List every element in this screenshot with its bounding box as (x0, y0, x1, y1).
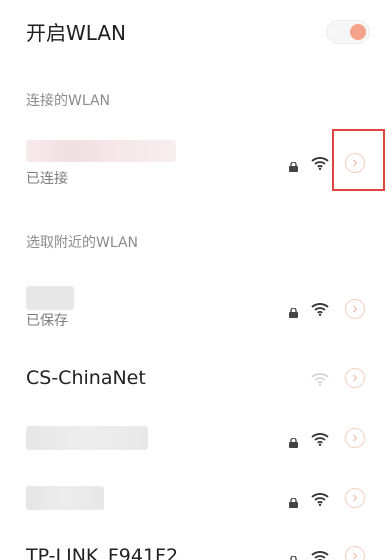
network-name-redacted (26, 426, 148, 450)
network-status: 已保存 (26, 313, 68, 329)
chevron-right-icon (353, 494, 358, 502)
wifi-icon (311, 431, 329, 450)
wifi-icon (311, 549, 329, 560)
chevron-right-icon (353, 305, 358, 313)
network-details-button[interactable] (345, 299, 365, 319)
chevron-right-icon (353, 434, 358, 442)
network-name-redacted (26, 140, 176, 162)
chevron-right-icon (353, 374, 358, 382)
lock-icon (289, 157, 298, 176)
lock-icon (289, 493, 298, 512)
lock-icon (289, 551, 298, 560)
network-row[interactable] (0, 478, 392, 518)
network-details-button[interactable] (345, 368, 365, 388)
network-row[interactable]: CS-ChinaNet (0, 356, 392, 402)
network-details-button[interactable] (345, 546, 365, 560)
lock-icon (289, 303, 298, 322)
wlan-toggle-label: 开启WLAN (26, 21, 127, 45)
network-name: CS-ChinaNet (26, 367, 146, 389)
network-details-button[interactable] (345, 428, 365, 448)
wifi-icon (311, 155, 329, 174)
network-name-redacted (26, 286, 74, 310)
network-row[interactable]: 已保存 (0, 276, 392, 336)
wifi-weak-icon (311, 371, 329, 390)
network-name-redacted (26, 486, 104, 510)
wifi-icon (311, 491, 329, 510)
network-row[interactable] (0, 418, 392, 458)
lock-icon (289, 433, 298, 452)
wlan-toggle-switch[interactable] (326, 20, 370, 44)
network-row[interactable]: TP-LINK_F941F2 (0, 534, 392, 560)
connection-status: 已连接 (26, 171, 68, 187)
wifi-icon (311, 301, 329, 320)
toggle-knob (350, 24, 366, 40)
chevron-right-icon (353, 552, 358, 560)
network-name: TP-LINK_F941F2 (26, 545, 179, 560)
network-details-button[interactable] (345, 488, 365, 508)
connected-wlan-header: 连接的WLAN (26, 93, 111, 109)
nearby-wlan-header: 选取附近的WLAN (26, 235, 139, 251)
highlight-box (332, 129, 385, 191)
